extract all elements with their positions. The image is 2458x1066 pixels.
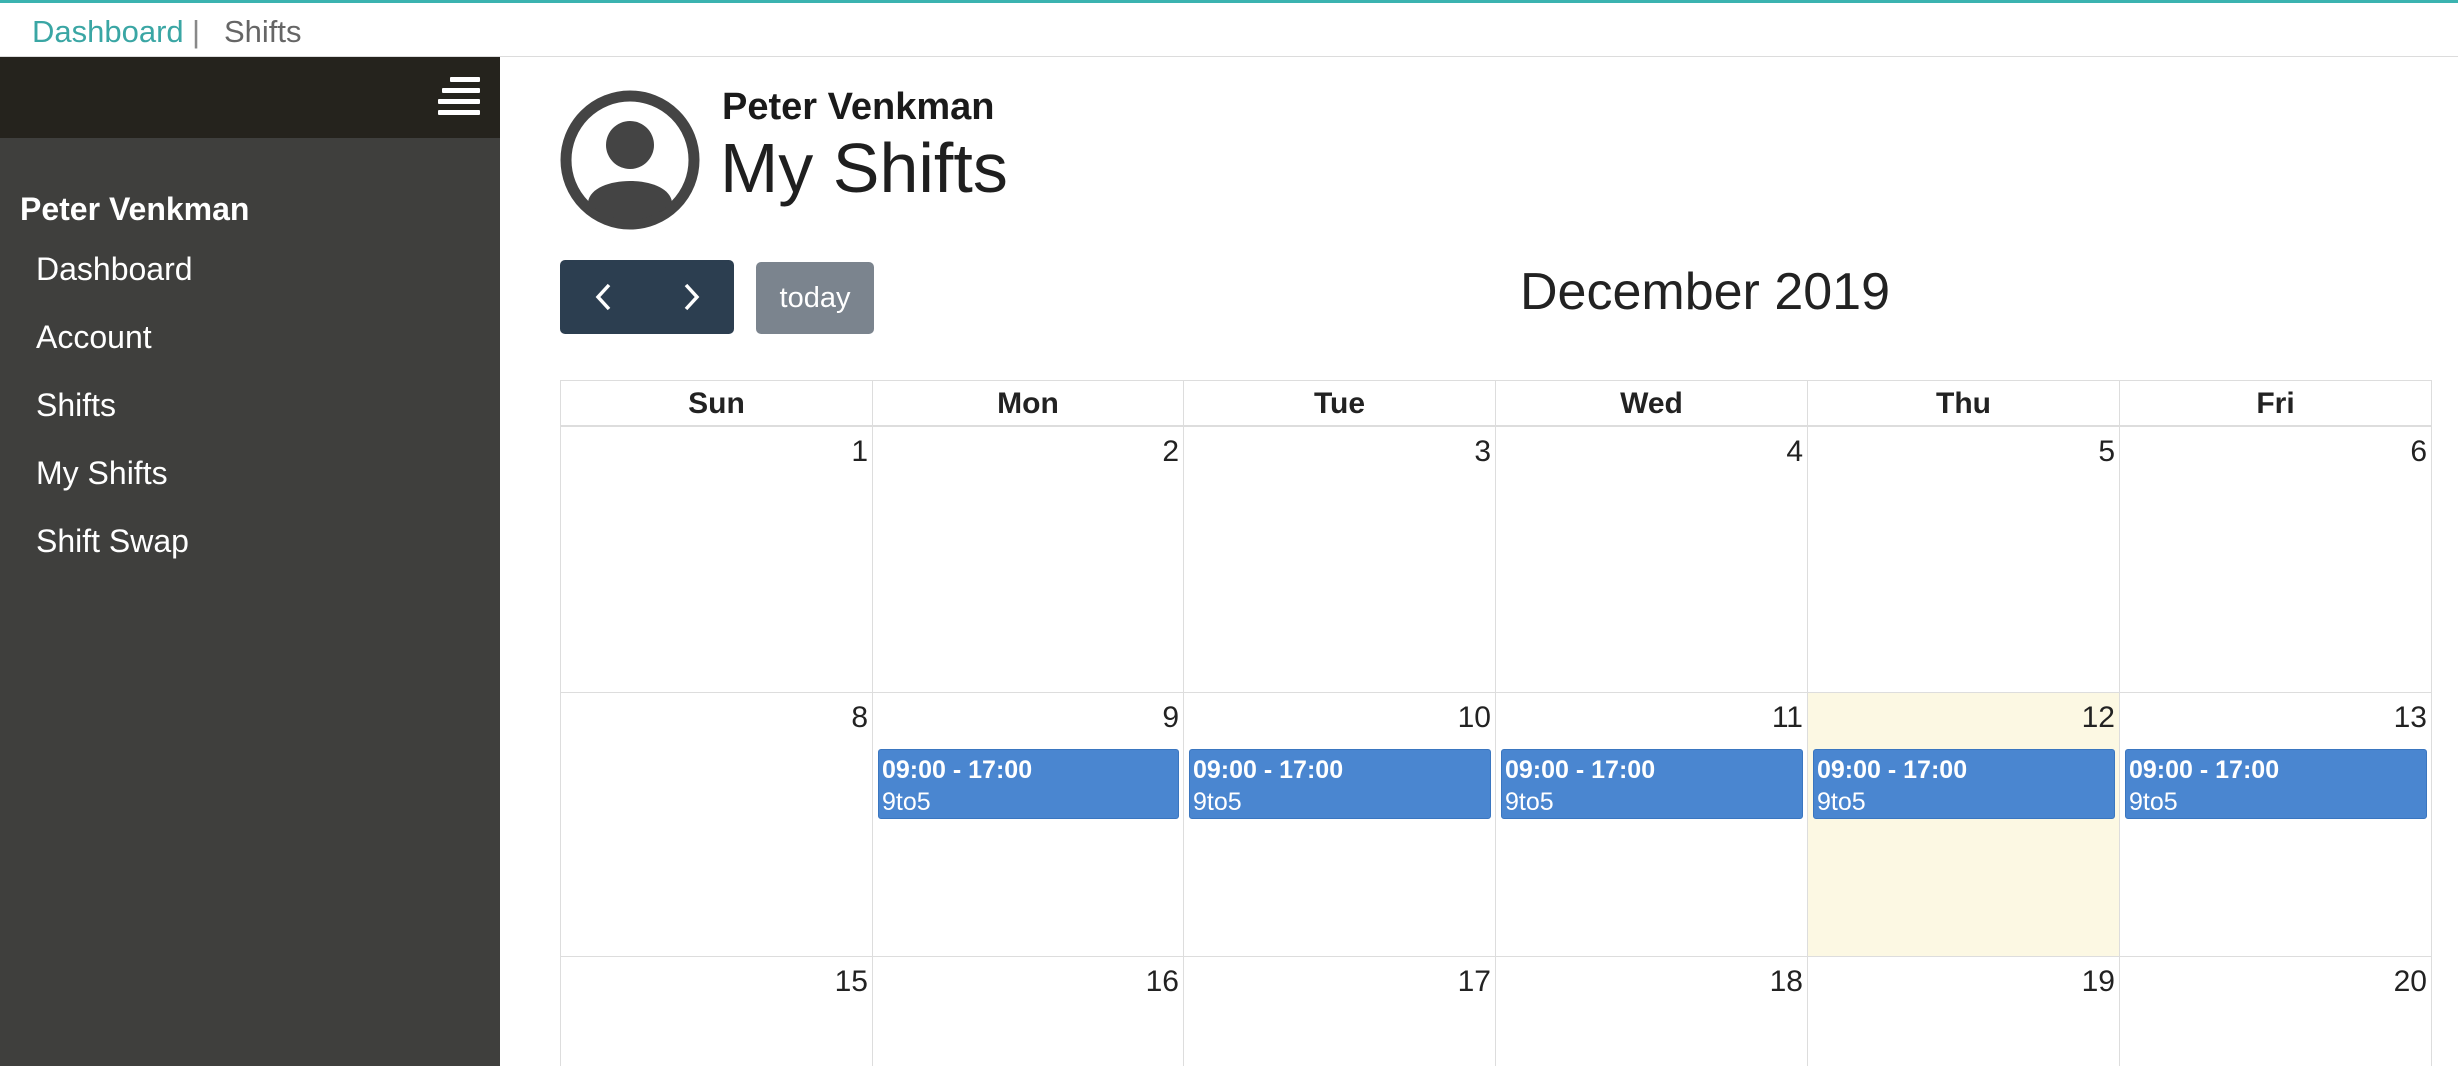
day-number[interactable]: 19 [2082, 965, 2115, 999]
day-number[interactable]: 5 [2098, 435, 2115, 469]
calendar-day-cell[interactable]: 20 [2119, 956, 2431, 1066]
day-number[interactable]: 16 [1146, 965, 1179, 999]
day-number[interactable]: 12 [2082, 701, 2115, 735]
day-number[interactable]: 8 [851, 701, 868, 735]
day-number[interactable]: 15 [835, 965, 868, 999]
calendar-day-cell[interactable]: 4 [1495, 426, 1807, 692]
top-bar: Dashboard | Shifts [0, 0, 2458, 57]
menu-toggle-icon[interactable] [436, 77, 480, 117]
calendar-day-cell[interactable]: 11 09:00 - 17:00 9to5 [1495, 692, 1807, 956]
day-number[interactable]: 20 [2394, 965, 2427, 999]
calendar-day-cell[interactable]: 3 [1183, 426, 1495, 692]
day-number[interactable]: 4 [1786, 435, 1803, 469]
avatar-icon [560, 90, 700, 230]
sidebar-item-shifts[interactable]: Shifts [36, 387, 116, 424]
breadcrumb-separator: | [192, 14, 201, 49]
event-time: 09:00 - 17:00 [1505, 756, 1656, 784]
calendar-day-cell[interactable]: 2 [872, 426, 1183, 692]
shift-event[interactable]: 09:00 - 17:00 9to5 [1189, 749, 1491, 819]
calendar-day-cell[interactable]: 10 09:00 - 17:00 9to5 [1183, 692, 1495, 956]
sidebar-item-account[interactable]: Account [36, 319, 152, 356]
calendar-day-cell[interactable]: 6 [2119, 426, 2431, 692]
day-number[interactable]: 3 [1474, 435, 1491, 469]
calendar-day-cell[interactable]: 8 [560, 692, 872, 956]
shift-event[interactable]: 09:00 - 17:00 9to5 [2125, 749, 2427, 819]
month-title: December 2019 [1520, 263, 1890, 321]
breadcrumb-dashboard-link[interactable]: Dashboard [32, 14, 184, 50]
next-month-button[interactable] [647, 260, 734, 334]
day-number[interactable]: 6 [2410, 435, 2427, 469]
event-title: 9to5 [1505, 788, 1554, 816]
day-number[interactable]: 9 [1162, 701, 1179, 735]
shift-event[interactable]: 09:00 - 17:00 9to5 [878, 749, 1179, 819]
calendar-day-cell[interactable]: 17 [1183, 956, 1495, 1066]
day-header: Sun [560, 380, 872, 426]
day-number[interactable]: 17 [1458, 965, 1491, 999]
event-title: 9to5 [882, 788, 931, 816]
sidebar-header [0, 57, 500, 138]
day-number[interactable]: 10 [1458, 701, 1491, 735]
calendar-day-cell-today[interactable]: 12 09:00 - 17:00 9to5 [1807, 692, 2119, 956]
day-number[interactable]: 18 [1770, 965, 1803, 999]
calendar-day-cell[interactable]: 9 09:00 - 17:00 9to5 [872, 692, 1183, 956]
day-number[interactable]: 1 [851, 435, 868, 469]
prev-month-button[interactable] [560, 260, 647, 334]
event-time: 09:00 - 17:00 [1817, 756, 1968, 784]
day-header: Tue [1183, 380, 1495, 426]
calendar-day-cell[interactable]: 18 [1495, 956, 1807, 1066]
calendar-day-cell[interactable]: 16 [872, 956, 1183, 1066]
page-title: My Shifts [720, 129, 1008, 207]
event-time: 09:00 - 17:00 [2129, 756, 2280, 784]
sidebar-item-dashboard[interactable]: Dashboard [36, 251, 193, 288]
day-header: Fri [2119, 380, 2431, 426]
breadcrumb-current: Shifts [224, 14, 302, 49]
sidebar: Peter Venkman Dashboard Account Shifts M… [0, 57, 500, 1066]
nav-button-group [560, 260, 734, 334]
header-user-name: Peter Venkman [722, 86, 995, 128]
chevron-left-icon [595, 283, 610, 311]
calendar-day-cell[interactable]: 15 [560, 956, 872, 1066]
grid-edge-divider [2431, 380, 2432, 1066]
event-time: 09:00 - 17:00 [882, 756, 1033, 784]
day-header: Thu [1807, 380, 2119, 426]
event-title: 9to5 [1193, 788, 1242, 816]
today-button[interactable]: today [756, 262, 874, 334]
chevron-right-icon [684, 283, 699, 311]
calendar-day-cell[interactable]: 5 [1807, 426, 2119, 692]
day-number[interactable]: 13 [2394, 701, 2427, 735]
shift-event[interactable]: 09:00 - 17:00 9to5 [1813, 749, 2115, 819]
day-number[interactable]: 11 [1772, 701, 1803, 735]
calendar-day-cell[interactable]: 19 [1807, 956, 2119, 1066]
event-time: 09:00 - 17:00 [1193, 756, 1344, 784]
sidebar-user-name: Peter Venkman [20, 191, 250, 227]
calendar-day-cell[interactable]: 13 09:00 - 17:00 9to5 [2119, 692, 2431, 956]
day-header: Wed [1495, 380, 1807, 426]
event-title: 9to5 [1817, 788, 1866, 816]
sidebar-item-shift-swap[interactable]: Shift Swap [36, 523, 189, 560]
calendar-day-cell[interactable]: 1 [560, 426, 872, 692]
event-title: 9to5 [2129, 788, 2178, 816]
day-header: Mon [872, 380, 1183, 426]
shift-event[interactable]: 09:00 - 17:00 9to5 [1501, 749, 1803, 819]
sidebar-item-my-shifts[interactable]: My Shifts [36, 455, 168, 492]
day-number[interactable]: 2 [1162, 435, 1179, 469]
